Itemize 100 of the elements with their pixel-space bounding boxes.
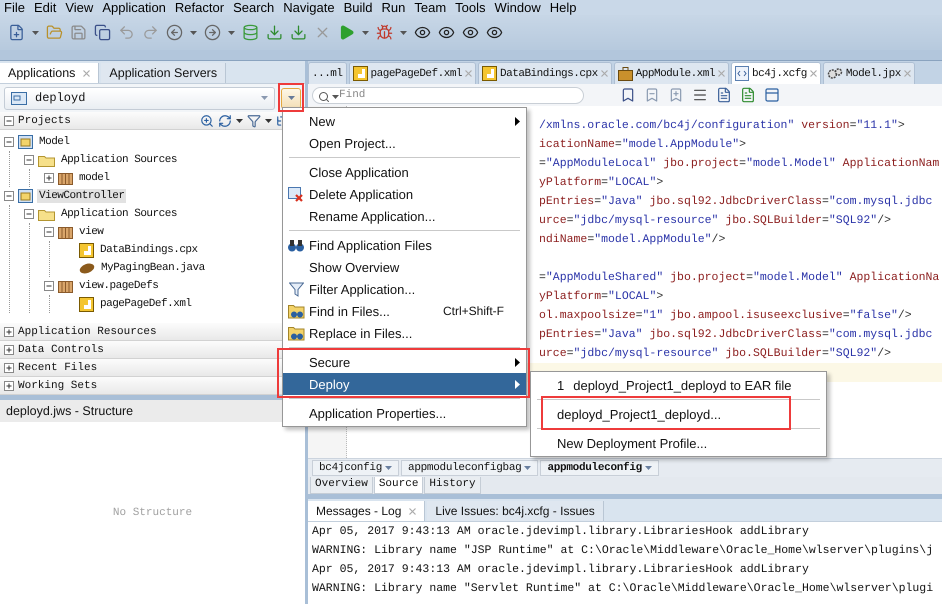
- panel-tab[interactable]: Applications: [0, 63, 100, 83]
- collapse-toggle[interactable]: [44, 281, 54, 291]
- menu-title[interactable]: Edit: [32, 0, 64, 15]
- menu-item[interactable]: Close Application: [283, 161, 526, 183]
- tree-item[interactable]: view: [77, 225, 106, 239]
- eye-icon[interactable]: [414, 24, 431, 41]
- folder-binoculars-icon: [288, 304, 304, 318]
- menu-item[interactable]: New: [283, 110, 526, 132]
- back-icon[interactable]: [166, 24, 183, 41]
- editor-tab[interactable]: DataBindings.cpx: [478, 62, 612, 84]
- expand-toggle[interactable]: [4, 344, 14, 354]
- tree-item[interactable]: Application Sources: [59, 207, 179, 221]
- editor-tab[interactable]: pagePageDef.xml: [348, 62, 476, 84]
- eye-icon[interactable]: [486, 24, 503, 41]
- log-tab[interactable]: Messages - Log: [308, 501, 426, 521]
- tree-item[interactable]: pagePageDef.xml: [98, 297, 194, 311]
- tree-item[interactable]: MyPagingBean.java: [99, 261, 207, 275]
- refresh-icon[interactable]: [218, 114, 232, 128]
- panel-tab[interactable]: Application Servers: [101, 63, 226, 83]
- previous-bookmark-icon[interactable]: [644, 87, 660, 103]
- menu-title[interactable]: Build: [342, 0, 380, 15]
- menu-title[interactable]: Search: [231, 0, 282, 15]
- tree-item[interactable]: model: [77, 171, 112, 185]
- collapse-toggle[interactable]: [44, 227, 54, 237]
- lines-icon[interactable]: [692, 87, 708, 103]
- view-tab[interactable]: Overview: [310, 477, 373, 494]
- panel-icon[interactable]: [764, 87, 780, 103]
- editor-tab[interactable]: AppModule.xml: [614, 62, 729, 84]
- tree-item[interactable]: view.pageDefs: [77, 279, 160, 293]
- menu-title[interactable]: File: [2, 0, 32, 15]
- menu-title[interactable]: Help: [548, 0, 584, 15]
- code-line: pEntries="Java" jbo.sql92.JdbcDriverClass="com.mysql.jdbc: [539, 327, 934, 343]
- breadcrumb-item[interactable]: appmoduleconfigbag: [401, 460, 538, 476]
- filter-icon[interactable]: [247, 114, 261, 128]
- bookmark-icon[interactable]: [620, 87, 636, 103]
- tree-item[interactable]: Application Sources: [59, 153, 179, 167]
- editor-tab[interactable]: Model.jpx: [822, 62, 915, 84]
- menu-item[interactable]: Filter Application...: [283, 278, 526, 300]
- collapse-toggle[interactable]: [24, 155, 34, 165]
- collapse-toggle[interactable]: [4, 191, 14, 201]
- menu-item[interactable]: Deploy: [283, 373, 526, 395]
- window-delete-icon: [288, 186, 304, 202]
- find-field[interactable]: Find: [312, 86, 584, 104]
- menu-title[interactable]: Tools: [453, 0, 493, 15]
- menu-title[interactable]: Team: [412, 0, 454, 15]
- eye-icon[interactable]: [438, 24, 455, 41]
- collapse-toggle[interactable]: [4, 116, 14, 126]
- tree-item[interactable]: DataBindings.cpx: [98, 243, 200, 257]
- document-icon[interactable]: [716, 87, 732, 103]
- expand-toggle[interactable]: [4, 380, 14, 390]
- section-title[interactable]: Projects: [18, 114, 196, 126]
- dropdown-button[interactable]: [281, 88, 301, 108]
- editor-tab[interactable]: bc4j.xcfg: [731, 62, 821, 84]
- view-tab[interactable]: History: [424, 477, 481, 494]
- menu-title[interactable]: Window: [492, 0, 548, 15]
- tree-item[interactable]: ViewController: [37, 189, 126, 203]
- menu-item[interactable]: Rename Application...: [283, 205, 526, 227]
- collapse-toggle[interactable]: [24, 209, 34, 219]
- menu-item[interactable]: Show Overview: [283, 256, 526, 278]
- expand-toggle[interactable]: [4, 326, 14, 336]
- menu-item[interactable]: Find in Files... Ctrl+Shift-F: [283, 300, 526, 322]
- caret-icon: [400, 30, 407, 34]
- menu-item[interactable]: deployd_Project1_deployd...: [549, 403, 730, 425]
- breadcrumb-item[interactable]: appmoduleconfig: [540, 460, 659, 476]
- editor-tab[interactable]: ...ml: [308, 62, 347, 84]
- menu-title[interactable]: Navigate: [281, 0, 342, 15]
- expand-toggle[interactable]: [44, 173, 54, 183]
- menu-item[interactable]: 1 deployd_Project1_deployd to EAR file: [549, 374, 800, 396]
- search-icon[interactable]: [200, 114, 214, 128]
- collapse-toggle[interactable]: [4, 137, 14, 147]
- next-bookmark-icon[interactable]: [668, 87, 684, 103]
- xml-file-icon: [79, 296, 94, 312]
- expand-toggle[interactable]: [4, 362, 14, 372]
- download-icon[interactable]: [290, 24, 307, 41]
- menu-item[interactable]: Find Application Files: [283, 234, 526, 256]
- menu-item[interactable]: Open Project...: [283, 132, 526, 154]
- code-line: yPlatform="LOCAL">: [539, 289, 664, 305]
- menu-title[interactable]: View: [63, 0, 100, 15]
- save-all-icon[interactable]: [94, 24, 111, 41]
- new-file-icon[interactable]: [8, 24, 25, 41]
- menu-item[interactable]: Secure: [283, 351, 526, 373]
- code-line: icationName="model.AppModule">: [539, 137, 748, 153]
- view-tab[interactable]: Source: [374, 477, 424, 494]
- menu-title[interactable]: Refactor: [172, 0, 232, 15]
- application-selector[interactable]: deployd: [4, 86, 275, 110]
- bug-icon[interactable]: [376, 24, 393, 41]
- eye-icon[interactable]: [462, 24, 479, 41]
- menu-title[interactable]: Run: [380, 0, 412, 15]
- menu-item[interactable]: Delete Application: [283, 183, 526, 205]
- download-icon[interactable]: [266, 24, 283, 41]
- menu-item[interactable]: New Deployment Profile...: [549, 432, 716, 454]
- forward-icon[interactable]: [204, 24, 221, 41]
- menu-title[interactable]: Application: [100, 0, 173, 15]
- log-tab[interactable]: Live Issues: bc4j.xcfg - Issues: [427, 501, 604, 521]
- breadcrumb-item[interactable]: bc4jconfig: [312, 460, 400, 476]
- project-icon: [18, 189, 33, 203]
- package-icon: [58, 171, 73, 185]
- menu-item[interactable]: Replace in Files...: [283, 322, 526, 344]
- export-icon[interactable]: [740, 87, 756, 103]
- tree-item[interactable]: Model: [37, 135, 72, 149]
